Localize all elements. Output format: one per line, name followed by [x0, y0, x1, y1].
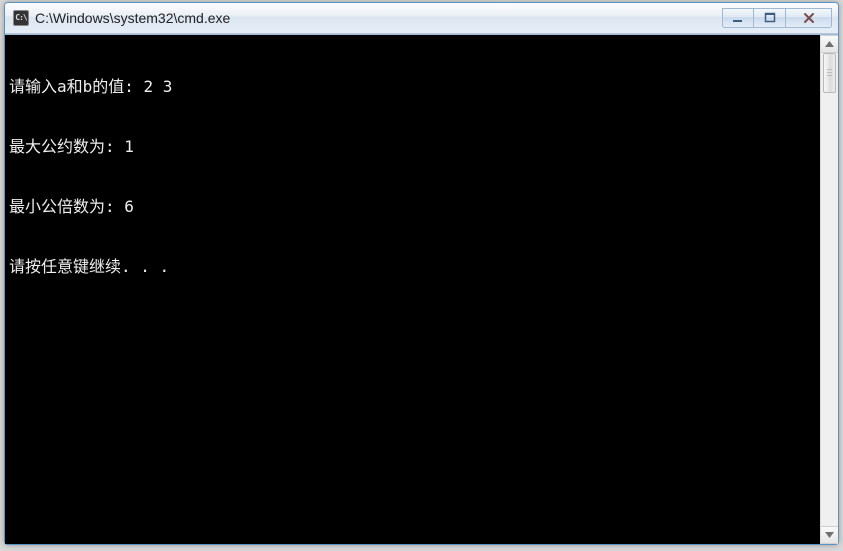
- titlebar[interactable]: C:\ C:\Windows\system32\cmd.exe: [5, 3, 838, 34]
- console-line: 最大公约数为: 1: [9, 137, 818, 157]
- close-button[interactable]: [786, 8, 832, 28]
- close-icon: [802, 12, 816, 24]
- console-line: 请按任意键继续. . .: [9, 257, 818, 277]
- scroll-track-area[interactable]: [821, 53, 838, 526]
- console-line: 请输入a和b的值: 2 3: [9, 77, 818, 97]
- minimize-button[interactable]: [722, 8, 754, 28]
- maximize-icon: [764, 12, 776, 24]
- scroll-thumb[interactable]: [823, 53, 836, 93]
- maximize-button[interactable]: [754, 8, 786, 28]
- console-output[interactable]: 请输入a和b的值: 2 3 最大公约数为: 1 最小公倍数为: 6 请按任意键继…: [5, 35, 820, 544]
- scroll-up-button[interactable]: [821, 35, 838, 53]
- window-title: C:\Windows\system32\cmd.exe: [35, 10, 722, 26]
- console-line: 最小公倍数为: 6: [9, 197, 818, 217]
- scroll-down-button[interactable]: [821, 526, 838, 544]
- vertical-scrollbar[interactable]: [820, 35, 838, 544]
- chevron-up-icon: [825, 41, 834, 47]
- chevron-down-icon: [825, 532, 834, 538]
- window-controls: [722, 8, 832, 28]
- client-area: 请输入a和b的值: 2 3 最大公约数为: 1 最小公倍数为: 6 请按任意键继…: [5, 34, 838, 544]
- cmd-icon: C:\: [13, 10, 29, 26]
- cmd-icon-label: C:\: [15, 14, 26, 22]
- minimize-icon: [732, 12, 744, 24]
- cmd-window: C:\ C:\Windows\system32\cmd.exe: [4, 2, 839, 545]
